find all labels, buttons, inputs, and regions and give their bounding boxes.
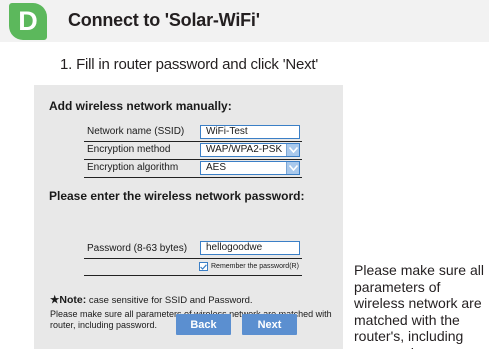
next-button[interactable]: Next [242, 314, 297, 335]
row-divider [84, 258, 302, 259]
side-note: Please make sure all parameters of wirel… [354, 262, 484, 349]
password-label: Password (8-63 bytes) [87, 243, 188, 254]
encryption-algorithm-select[interactable]: AES [200, 161, 300, 175]
encryption-algorithm-label: Encryption algorithm [87, 162, 179, 173]
row-divider [84, 177, 302, 178]
note-title: ★Note: [50, 294, 87, 306]
remember-password-option[interactable]: Remember the password(R) [199, 262, 299, 271]
ssid-label: Network name (SSID) [87, 126, 185, 137]
encryption-algorithm-value: AES [206, 162, 227, 173]
step-header: D Connect to 'Solar-WiFi' [0, 0, 489, 42]
row-divider [84, 275, 302, 276]
step-badge: D [9, 3, 47, 40]
ssid-field[interactable]: WiFi-Test [200, 125, 300, 139]
password-section-title: Please enter the wireless network passwo… [49, 189, 305, 203]
encryption-method-label: Encryption method [87, 144, 171, 155]
remember-password-label: Remember the password(R) [211, 263, 299, 270]
back-button[interactable]: Back [176, 314, 231, 335]
step-title: Connect to 'Solar-WiFi' [68, 10, 260, 30]
note-line: ★Note: case sensitive for SSID and Passw… [50, 294, 253, 306]
row-divider [84, 141, 302, 142]
note-text: case sensitive for SSID and Password. [86, 295, 253, 306]
encryption-method-value: WAP/WPA2-PSK [206, 144, 283, 155]
manual-network-title: Add wireless network manually: [49, 99, 232, 113]
row-divider [84, 159, 302, 160]
chevron-down-icon[interactable] [286, 162, 299, 174]
wireless-network-dialog: Add wireless network manually: Network n… [34, 85, 343, 349]
step-letter: D [18, 6, 38, 36]
password-field[interactable]: hellogoodwe [200, 241, 300, 255]
instruction-text: 1. Fill in router password and click 'Ne… [60, 56, 319, 73]
checkmark-icon [200, 263, 207, 270]
chevron-down-icon[interactable] [286, 144, 299, 156]
encryption-method-select[interactable]: WAP/WPA2-PSK [200, 143, 300, 157]
remember-password-checkbox[interactable] [199, 262, 208, 271]
